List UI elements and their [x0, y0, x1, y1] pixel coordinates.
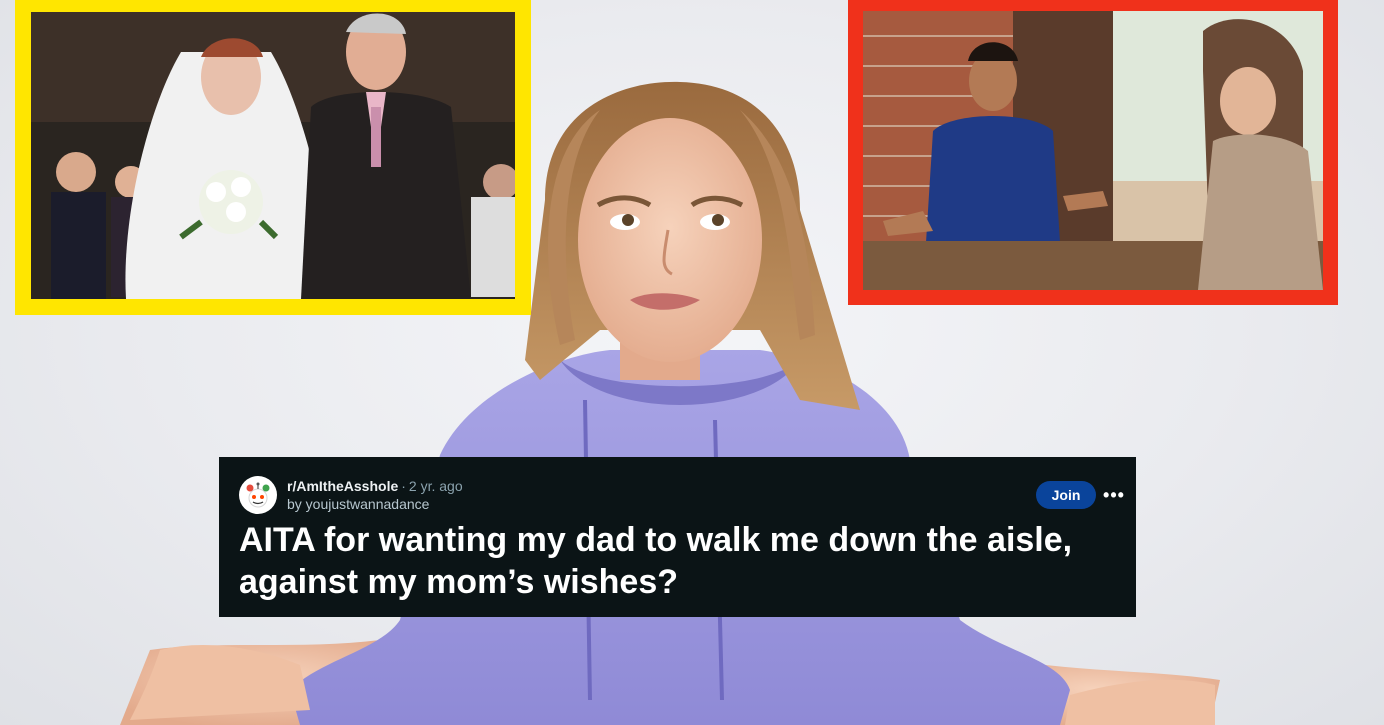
wedding-photo-frame — [15, 0, 531, 315]
post-header: r/AmItheAsshole · 2 yr. ago by youjustwann… — [239, 476, 1124, 516]
subreddit-avatar-icon[interactable] — [239, 476, 277, 514]
wedding-photo — [31, 12, 515, 299]
more-options-icon[interactable]: ••• — [1100, 481, 1128, 509]
post-author[interactable]: by youjustwannadance — [287, 495, 463, 513]
snoo-icon — [246, 482, 270, 508]
subreddit-name[interactable]: r/AmItheAsshole — [287, 478, 398, 494]
post-meta: r/AmItheAsshole · 2 yr. ago by youjustwann… — [287, 477, 463, 513]
meta-separator: · — [401, 478, 406, 494]
reddit-post-card[interactable]: r/AmItheAsshole · 2 yr. ago by youjustwann… — [219, 457, 1136, 617]
join-button[interactable]: Join — [1036, 481, 1096, 509]
post-age: 2 yr. ago — [408, 478, 463, 494]
arguing-couple-photo-frame — [848, 0, 1338, 305]
arguing-couple-photo — [863, 11, 1323, 290]
thumbnail-canvas: r/AmItheAsshole · 2 yr. ago by youjustwann… — [0, 0, 1384, 725]
post-meta-line: r/AmItheAsshole · 2 yr. ago — [287, 477, 463, 495]
post-title[interactable]: AITA for wanting my dad to walk me down … — [239, 519, 1079, 603]
